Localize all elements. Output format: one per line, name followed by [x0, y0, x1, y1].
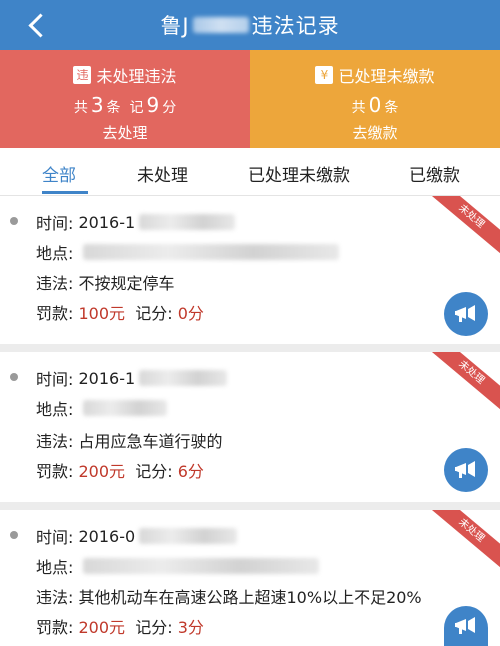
- points-label: 记分:: [135, 304, 173, 323]
- time-label: 时间:: [36, 528, 74, 547]
- filter-tabs: 全部 未处理 已处理未缴款 已缴款: [0, 148, 500, 196]
- total-prefix: 共: [73, 100, 88, 116]
- points-label: 记分:: [135, 618, 173, 637]
- total-prefix: 共: [351, 100, 366, 116]
- megaphone-button[interactable]: [444, 292, 488, 336]
- points-value: 0分: [177, 304, 204, 323]
- status-ribbon: 未处理: [423, 352, 500, 416]
- fine-row: 罚款: 200元 记分: 6分: [36, 458, 204, 482]
- unpaid-count: 0: [368, 93, 382, 117]
- tab-unprocessed[interactable]: 未处理: [137, 161, 188, 186]
- pay-button[interactable]: 去缴款: [250, 122, 500, 143]
- place-row: 地点:: [36, 396, 167, 420]
- violation-label: 违法:: [36, 432, 74, 451]
- unprocessed-stats: 共3条 记9分: [0, 93, 250, 117]
- megaphone-button[interactable]: [444, 606, 488, 646]
- active-tab-indicator: [42, 191, 88, 194]
- unprocessed-label: 未处理违法: [96, 67, 177, 86]
- summary-panels: 违 未处理违法 共3条 记9分 去处理 ¥ 已处理未缴款 共0条 去缴款: [0, 50, 500, 148]
- time-value: 2016-0: [78, 526, 136, 546]
- unpaid-panel: ¥ 已处理未缴款 共0条 去缴款: [250, 50, 500, 148]
- process-button[interactable]: 去处理: [0, 122, 250, 143]
- unprocessed-heading: 违 未处理违法: [0, 63, 250, 87]
- tab-processed-unpaid[interactable]: 已处理未缴款: [248, 161, 350, 186]
- time-row: 时间: 2016-1: [36, 366, 228, 390]
- violation-card[interactable]: 未处理 时间: 2016-0 地点: 违法: 其他机动车在高速公路上超速10%以…: [0, 510, 500, 646]
- time-label: 时间:: [36, 214, 74, 233]
- redacted-time: [139, 214, 236, 230]
- plate-redacted: [192, 17, 249, 33]
- title-prefix: 鲁J: [160, 14, 190, 38]
- chevron-left-icon: [27, 12, 53, 38]
- fine-value: 200元: [78, 462, 126, 481]
- redacted-place: [82, 558, 319, 574]
- place-label: 地点:: [36, 244, 74, 263]
- fine-label: 罚款:: [36, 304, 74, 323]
- top-bar: 鲁J 违法记录: [0, 0, 500, 50]
- unprocessed-panel: 违 未处理违法 共3条 记9分 去处理: [0, 50, 250, 148]
- violation-row: 违法: 占用应急车道行驶的: [36, 428, 223, 452]
- fine-row: 罚款: 100元 记分: 0分: [36, 300, 204, 324]
- redacted-time: [139, 370, 228, 386]
- megaphone-icon: [455, 305, 475, 322]
- place-row: 地点:: [36, 554, 319, 578]
- violation-card[interactable]: 未处理 时间: 2016-1 地点: 违法: 占用应急车道行驶的 罚款: 200…: [0, 352, 500, 502]
- points-value: 3分: [177, 618, 204, 637]
- violation-label: 违法:: [36, 274, 74, 293]
- count-unit: 条: [106, 100, 121, 116]
- points-label: 记分:: [135, 462, 173, 481]
- bullet-dot: [10, 217, 18, 225]
- redacted-place: [82, 244, 339, 260]
- tab-all[interactable]: 全部: [42, 161, 76, 186]
- back-button[interactable]: [22, 9, 53, 41]
- time-value: 2016-1: [78, 368, 136, 388]
- points-value: 6分: [177, 462, 204, 481]
- status-ribbon: 未处理: [423, 510, 500, 574]
- place-row: 地点:: [36, 240, 339, 264]
- redacted-place: [82, 400, 167, 416]
- time-row: 时间: 2016-0: [36, 524, 238, 548]
- unprocessed-points: 9: [146, 93, 160, 117]
- time-label: 时间:: [36, 370, 74, 389]
- bullet-dot: [10, 531, 18, 539]
- unpaid-stats: 共0条: [250, 93, 500, 117]
- violation-value: 占用应急车道行驶的: [78, 432, 223, 451]
- fine-row: 罚款: 200元 记分: 3分: [36, 614, 204, 638]
- fine-value: 100元: [78, 304, 126, 323]
- unprocessed-count: 3: [90, 93, 104, 117]
- violation-value: 其他机动车在高速公路上超速10%以上不足20%: [78, 588, 422, 607]
- points-prefix: 记: [129, 100, 144, 116]
- violation-icon: 违: [73, 66, 92, 84]
- yen-icon: ¥: [315, 66, 334, 84]
- tab-paid[interactable]: 已缴款: [409, 161, 460, 186]
- title-suffix: 违法记录: [251, 14, 340, 38]
- page-title: 鲁J 违法记录: [160, 10, 339, 40]
- place-label: 地点:: [36, 400, 74, 419]
- bullet-dot: [10, 373, 18, 381]
- violation-row: 违法: 其他机动车在高速公路上超速10%以上不足20%: [36, 584, 422, 608]
- status-ribbon: 未处理: [423, 196, 500, 260]
- megaphone-button[interactable]: [444, 448, 488, 492]
- time-row: 时间: 2016-1: [36, 210, 236, 234]
- violation-value: 不按规定停车: [78, 274, 175, 293]
- count-unit: 条: [384, 100, 399, 116]
- redacted-time: [139, 528, 238, 544]
- unpaid-heading: ¥ 已处理未缴款: [250, 63, 500, 87]
- violation-row: 违法: 不按规定停车: [36, 270, 175, 294]
- place-label: 地点:: [36, 558, 74, 577]
- megaphone-icon: [455, 617, 475, 634]
- fine-label: 罚款:: [36, 618, 74, 637]
- violation-label: 违法:: [36, 588, 74, 607]
- time-value: 2016-1: [78, 212, 136, 232]
- fine-label: 罚款:: [36, 462, 74, 481]
- points-unit: 分: [162, 100, 177, 116]
- fine-value: 200元: [78, 618, 126, 637]
- violation-card[interactable]: 未处理 时间: 2016-1 地点: 违法: 不按规定停车 罚款: 100元 记…: [0, 196, 500, 344]
- unpaid-label: 已处理未缴款: [338, 67, 435, 86]
- megaphone-icon: [455, 461, 475, 478]
